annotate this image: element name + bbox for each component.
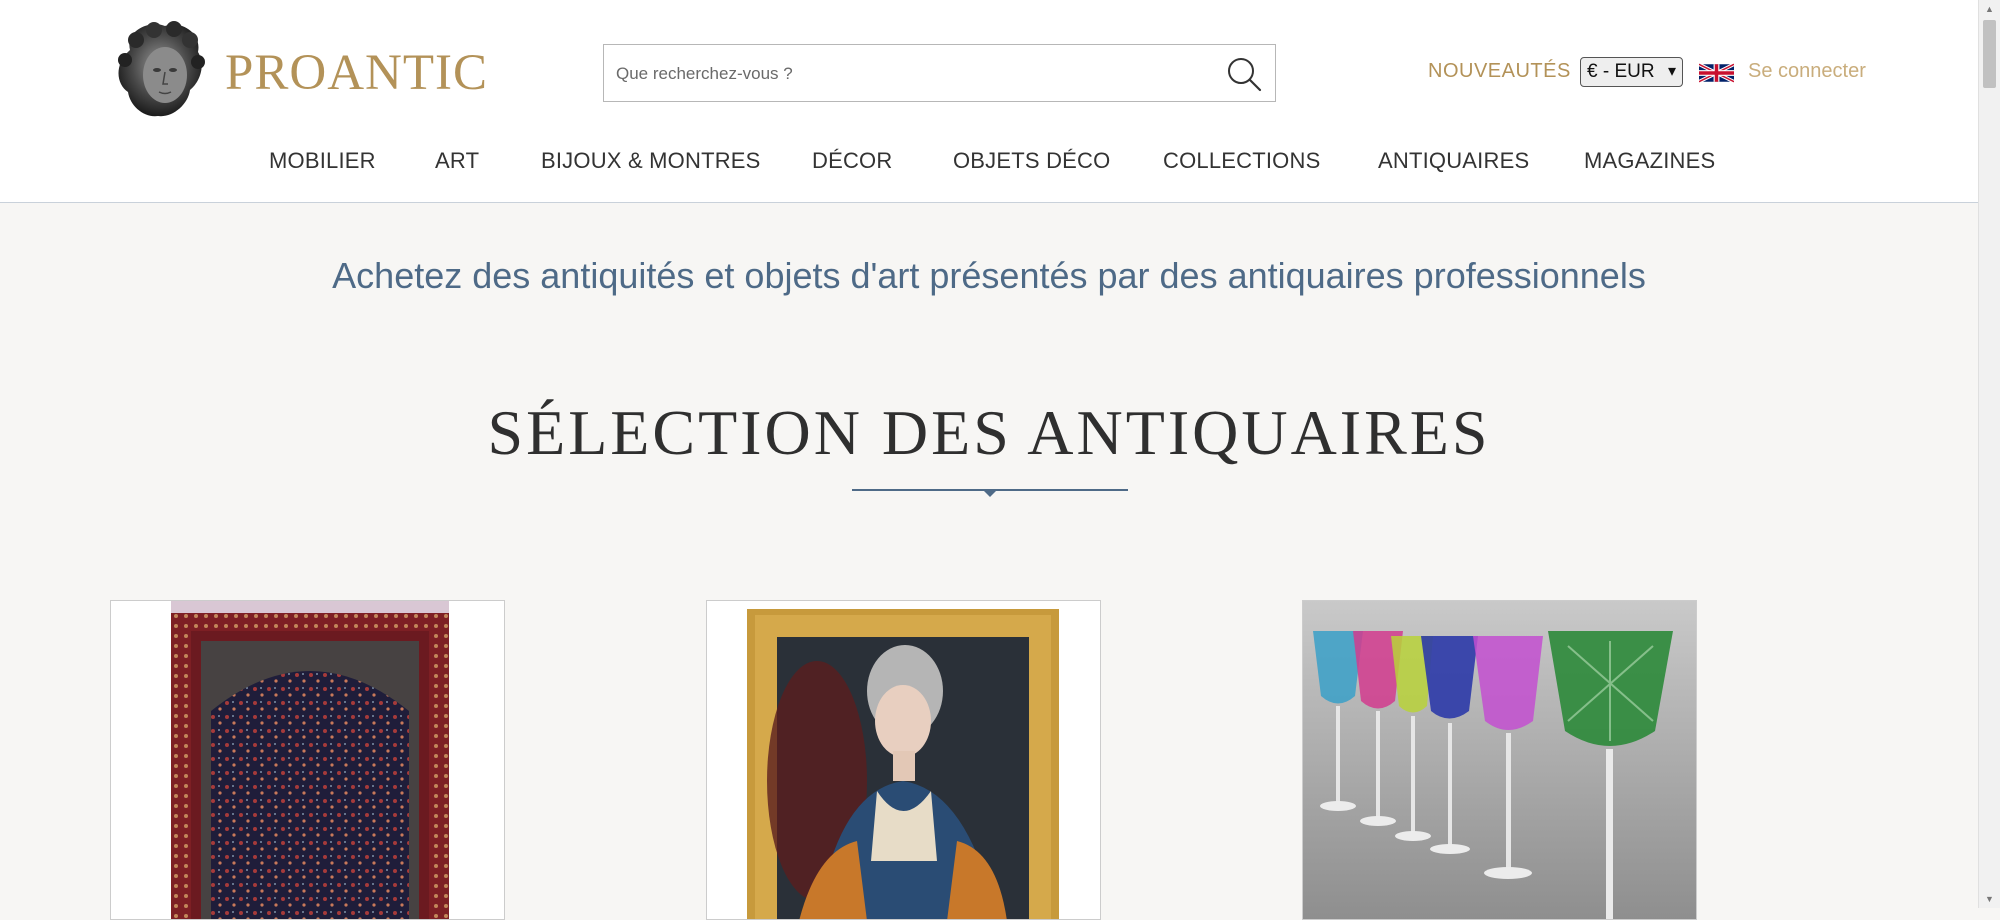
main-nav: MOBILIER ART BIJOUX & MONTRES DÉCOR OBJE… [0,148,1978,178]
chevron-down-icon: ▾ [1667,63,1676,80]
product-card-rug[interactable] [110,600,505,920]
scroll-down-arrow-icon[interactable]: ▼ [1979,890,2000,908]
product-card-glasses[interactable] [1302,600,1697,920]
colored-crystal-glasses-image [1303,601,1696,919]
page-scrollbar[interactable]: ▲ ▼ [1978,0,2000,908]
search-box [603,44,1276,102]
section-title: SÉLECTION DES ANTIQUAIRES [487,397,1491,468]
scroll-thumb[interactable] [1983,20,1996,88]
nav-item-decor[interactable]: DÉCOR [812,148,892,174]
nav-item-bijoux-montres[interactable]: BIJOUX & MONTRES [541,148,761,174]
search-icon[interactable] [1225,55,1263,93]
tagline: Achetez des antiquités et objets d'art p… [332,255,1646,296]
product-card-portrait[interactable] [706,600,1101,920]
nav-item-collections[interactable]: COLLECTIONS [1163,148,1320,174]
login-link[interactable]: Se connecter [1748,60,1866,83]
framed-portrait-painting-image [707,601,1100,919]
nav-item-antiquaires[interactable]: ANTIQUAIRES [1378,148,1529,174]
nav-item-magazines[interactable]: MAGAZINES [1584,148,1715,174]
uk-flag-icon[interactable] [1699,60,1734,86]
nav-item-art[interactable]: ART [435,148,479,174]
oriental-rug-image [111,601,504,919]
sculpted-head-logo-icon[interactable] [110,20,210,120]
brand-name[interactable]: PROANTIC [225,44,488,102]
site-header: PROANTIC NOUVEAUTÉS € - EUR ▾ Se connect… [0,0,1978,203]
scroll-up-arrow-icon[interactable]: ▲ [1979,0,2000,18]
search-input[interactable] [614,57,1198,91]
currency-select[interactable]: € - EUR ▾ [1580,57,1683,87]
nav-item-objets-deco[interactable]: OBJETS DÉCO [953,148,1110,174]
currency-value: € - EUR [1587,61,1655,82]
divider-marker [983,490,997,497]
nav-item-mobilier[interactable]: MOBILIER [269,148,376,174]
nouveautes-link[interactable]: NOUVEAUTÉS [1428,60,1571,83]
